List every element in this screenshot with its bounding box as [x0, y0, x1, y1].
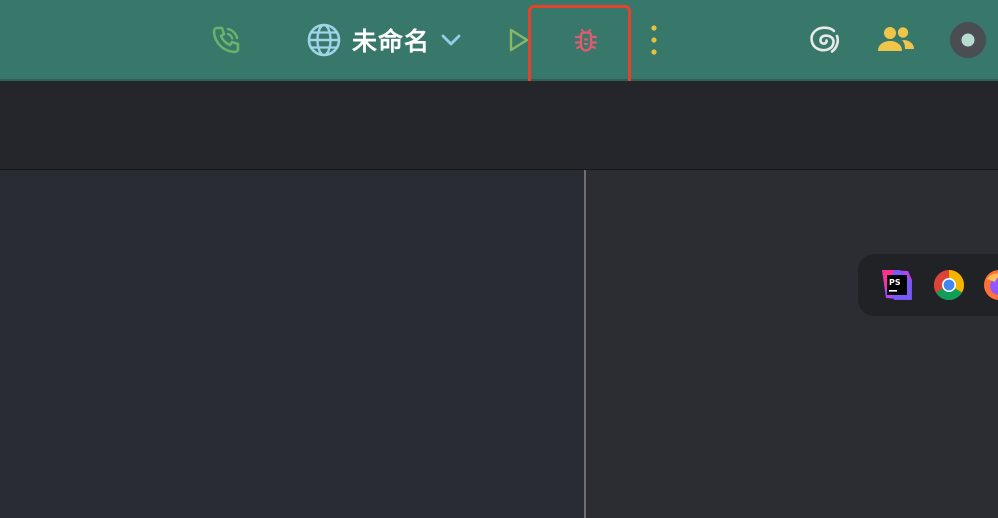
- project-selector[interactable]: 未命名: [306, 20, 462, 60]
- project-name: 未命名: [352, 27, 431, 56]
- phpstorm-icon: PS: [882, 270, 912, 300]
- firefox-icon: [984, 270, 998, 300]
- editor-pane-right: [586, 170, 998, 518]
- firefox-button[interactable]: [982, 268, 998, 302]
- users-icon: [878, 27, 914, 51]
- status-dot-icon: [950, 22, 986, 58]
- globe-icon: [307, 23, 341, 57]
- browser-popup: PS: [858, 254, 998, 316]
- phone-call-icon: [212, 26, 240, 54]
- more-vertical-icon: [651, 25, 657, 55]
- run-button[interactable]: [500, 22, 536, 58]
- chrome-button[interactable]: [932, 268, 966, 302]
- svg-text:PS: PS: [889, 278, 901, 287]
- debug-button[interactable]: [566, 20, 606, 60]
- ai-swirl-icon: [810, 26, 840, 53]
- more-button[interactable]: [640, 20, 668, 60]
- editor-tab-bar: [0, 81, 998, 169]
- collaboration-button[interactable]: [874, 20, 918, 60]
- chevron-down-icon: [441, 34, 461, 46]
- main-toolbar: 未命名: [0, 0, 998, 79]
- run-icon: [509, 28, 529, 52]
- call-button[interactable]: [206, 20, 246, 60]
- phpstorm-button[interactable]: PS: [880, 268, 914, 302]
- ai-assistant-button[interactable]: [804, 20, 844, 60]
- chrome-icon: [933, 270, 965, 301]
- editor-pane-left: [0, 170, 584, 518]
- status-button[interactable]: [948, 20, 988, 60]
- debug-icon: [574, 28, 598, 52]
